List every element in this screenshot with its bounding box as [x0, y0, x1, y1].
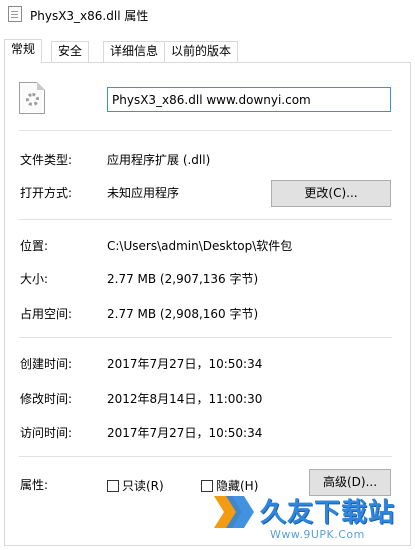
dll-file-icon	[19, 82, 45, 114]
tab-security[interactable]: 安全	[51, 41, 90, 62]
brand-logo-icon	[214, 496, 254, 528]
accessed-label: 访问时间:	[20, 426, 73, 440]
modified-label: 修改时间:	[20, 392, 73, 406]
gear-icon	[26, 93, 39, 106]
location-label: 位置:	[20, 239, 49, 253]
size-label: 大小:	[20, 272, 49, 286]
tab-strip: 常规 安全 详细信息 以前的版本	[4, 39, 411, 63]
file-name-input[interactable]	[107, 87, 391, 112]
opens-with-value: 未知应用程序	[107, 186, 180, 200]
file-icon	[8, 6, 22, 22]
tab-general[interactable]: 常规	[4, 39, 43, 63]
tab-details[interactable]: 详细信息	[103, 41, 166, 62]
location-value: C:\Users\admin\Desktop\软件包	[107, 239, 293, 253]
window-title: PhysX3_x86.dll 属性	[30, 9, 149, 23]
created-label: 创建时间:	[20, 357, 73, 371]
read-only-label: 只读(R)	[122, 479, 164, 493]
watermark: 久友下载站 Www.9UPK.Com	[210, 488, 415, 548]
file-type-value: 应用程序扩展 (.dll)	[107, 153, 211, 167]
size-value: 2.77 MB (2,907,136 字节)	[107, 272, 259, 286]
watermark-brand: 久友下载站	[260, 498, 396, 528]
separator	[19, 219, 392, 220]
change-button[interactable]: 更改(C)...	[271, 180, 391, 207]
modified-value: 2012年8月14日，11:00:30	[107, 392, 263, 406]
size-on-disk-label: 占用空间:	[20, 307, 73, 321]
opens-with-label: 打开方式:	[20, 186, 73, 200]
created-value: 2017年7月27日，10:50:34	[107, 357, 263, 371]
read-only-checkbox[interactable]: 只读(R)	[107, 477, 164, 493]
size-on-disk-value: 2.77 MB (2,908,160 字节)	[107, 307, 259, 321]
separator	[19, 130, 392, 131]
file-type-label: 文件类型:	[20, 153, 73, 167]
advanced-button[interactable]: 高级(D)...	[309, 469, 391, 496]
accessed-value: 2017年7月27日，10:50:34	[107, 426, 263, 440]
separator	[19, 456, 392, 457]
checkbox-box[interactable]	[107, 480, 119, 492]
title-bar: PhysX3_x86.dll 属性	[0, 0, 415, 30]
watermark-url: Www.9UPK.Com	[270, 528, 365, 541]
separator	[19, 337, 392, 338]
attributes-label: 属性:	[20, 478, 49, 492]
tab-previous-versions[interactable]: 以前的版本	[164, 41, 239, 62]
